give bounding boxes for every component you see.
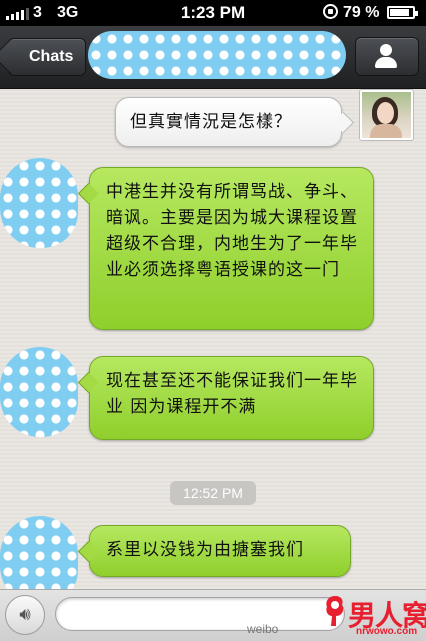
message-text: 中港生并没有所谓骂战、争斗、暗讽。主要是因为城大课程设置超级不合理，内地生为了一… — [106, 182, 358, 280]
redacted-contact-avatar[interactable] — [0, 158, 78, 248]
weibo-watermark: weibo — [247, 622, 279, 636]
message-text-input[interactable] — [55, 597, 345, 631]
chat-history[interactable]: 但真實情況是怎樣？ 中港生并没有所谓骂战、争斗、暗讽。主要是因为城大课程设置超级… — [0, 89, 426, 606]
message-text: 现在甚至还不能保证我们一年毕业 因为课程开不满 — [106, 371, 358, 417]
voice-input-button[interactable]: 🔊︎ — [5, 595, 45, 635]
back-to-chats-button[interactable]: Chats — [8, 38, 87, 76]
outgoing-message-bubble[interactable]: 但真實情況是怎樣？ — [115, 97, 342, 147]
message-text: 但真實情況是怎樣？ — [130, 112, 292, 132]
incoming-message-bubble[interactable]: 系里以没钱为由搪塞我们 — [89, 525, 351, 577]
battery-icon — [387, 6, 418, 19]
incoming-message-bubble[interactable]: 现在甚至还不能保证我们一年毕业 因为课程开不满 — [89, 356, 374, 440]
my-avatar[interactable] — [359, 89, 414, 141]
message-timestamp: 12:52 PM — [170, 481, 256, 505]
back-button-label: Chats — [29, 48, 74, 65]
contact-profile-button[interactable] — [355, 37, 419, 76]
battery-percentage: 79 % — [343, 4, 380, 21]
navigation-bar: Chats — [0, 26, 426, 89]
incoming-message-bubble[interactable]: 中港生并没有所谓骂战、争斗、暗讽。主要是因为城大课程设置超级不合理，内地生为了一… — [89, 167, 374, 330]
redacted-contact-avatar[interactable] — [0, 347, 78, 437]
rotation-lock-icon — [323, 4, 338, 19]
watermark-logo-icon — [326, 596, 344, 626]
redacted-contact-name — [88, 31, 346, 79]
message-text: 系里以没钱为由搪塞我们 — [106, 540, 304, 560]
speaker-icon: 🔊︎ — [19, 604, 31, 625]
watermark-domain: nrwowo.com — [356, 626, 418, 637]
status-bar: 3 3G 1:23 PM 79 % — [0, 0, 426, 26]
